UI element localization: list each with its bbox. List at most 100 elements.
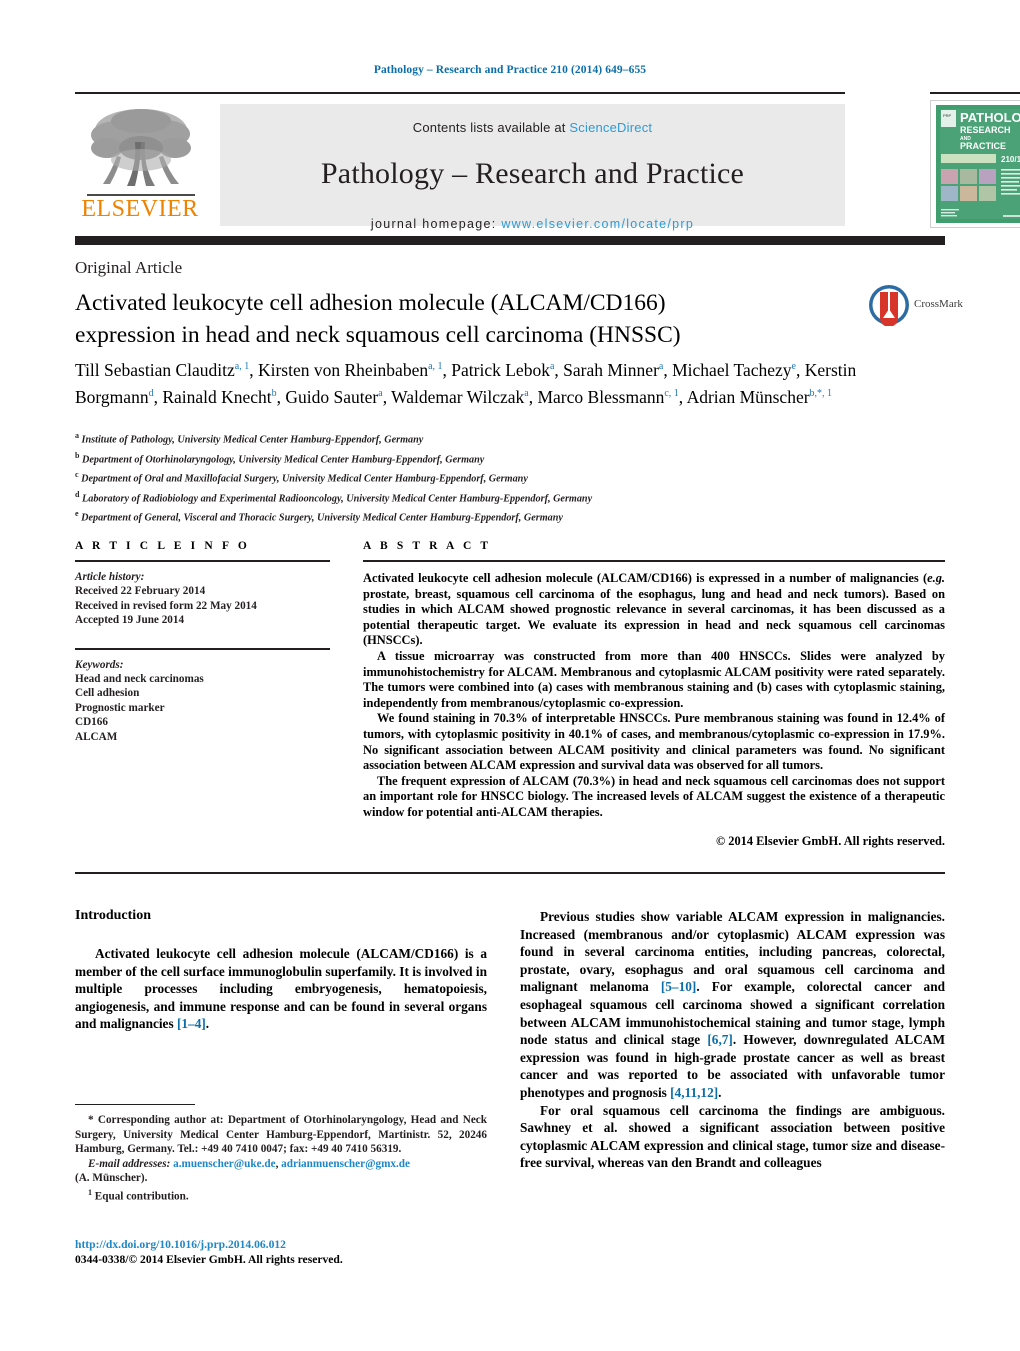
affiliation-mark: d [75, 489, 80, 499]
issn-copyright-line: 0344-0338/© 2014 Elsevier GmbH. All righ… [75, 1253, 343, 1266]
keyword-item: Cell adhesion [75, 687, 140, 700]
affiliation-text: Department of Oral and Maxillofacial Sur… [81, 473, 528, 485]
article-history-label: Article history: [75, 571, 145, 583]
article-type-label: Original Article [75, 258, 183, 277]
contents-line: Contents lists available at ScienceDirec… [220, 120, 845, 135]
masthead-top-rule [75, 92, 845, 94]
contents-prefix: Contents lists available at [412, 120, 570, 135]
journal-cover-thumbnail: PRP PATHOLOGY RESEARCH AND PRACTICE 210/… [930, 100, 1020, 228]
affiliation-item: c Department of Oral and Maxillofacial S… [75, 467, 875, 487]
author-name: Marco Blessmann [537, 387, 665, 408]
author-affil-mark: a, 1 [428, 361, 443, 372]
author-affil-mark: a [378, 388, 383, 400]
author-affil-mark: e [791, 361, 796, 372]
elsevier-wordmark: ELSEVIER [81, 196, 199, 222]
author-name: Till Sebastian Clauditz [75, 359, 235, 380]
sciencedirect-link[interactable]: ScienceDirect [569, 120, 652, 135]
paper-page: Pathology – Research and Practice 210 (2… [0, 0, 1020, 1351]
doi-link[interactable]: http://dx.doi.org/10.1016/j.prp.2014.06.… [75, 1237, 495, 1252]
journal-masthead: ELSEVIER Contents lists available at Sci… [75, 92, 1020, 232]
affiliation-item: d Laboratory of Radiobiology and Experim… [75, 487, 875, 507]
svg-text:RESEARCH: RESEARCH [960, 125, 1011, 135]
citation-ref[interactable]: [5–10] [661, 979, 696, 994]
keyword-item: Prognostic marker [75, 701, 165, 714]
history-item: Received in revised form 22 May 2014 [75, 599, 257, 612]
masthead-top-rule-right [930, 92, 1020, 94]
affiliation-text: Department of Otorhinolaryngology, Unive… [82, 453, 485, 465]
affiliation-list: a Institute of Pathology, University Med… [75, 428, 875, 526]
abstract-heading: A B S T R A C T [363, 540, 492, 552]
affiliation-item: a Institute of Pathology, University Med… [75, 428, 875, 448]
svg-text:PRP: PRP [943, 113, 952, 118]
author-affil-mark: d [148, 388, 154, 400]
author-affil-mark: b [271, 388, 277, 400]
affiliation-item: e Department of General, Visceral and Th… [75, 506, 875, 526]
keyword-item: Head and neck carcinomas [75, 673, 204, 686]
elsevier-tree-icon [91, 109, 191, 186]
journal-cover-image: PRP PATHOLOGY RESEARCH AND PRACTICE 210/… [931, 101, 1020, 227]
crossmark-icon [869, 285, 909, 327]
author-affil-mark: b,*, 1 [809, 388, 833, 400]
footnote-separator-rule [75, 1104, 195, 1105]
keywords-block: Keywords: Head and neck carcinomas Cell … [75, 658, 330, 744]
right-paragraph-2: For oral squamous cell carcinoma the fin… [520, 1102, 945, 1171]
email-note: E-mail addresses: a.muenscher@uke.de, ad… [88, 1157, 410, 1170]
masthead-bottom-rule [75, 236, 945, 245]
right-paragraph-1: Previous studies show variable ALCAM exp… [520, 909, 945, 1100]
author-name: Sarah Minner [563, 359, 659, 380]
abstract-text: Activated leukocyte cell adhesion molecu… [363, 571, 945, 821]
affiliation-mark: a [75, 431, 79, 440]
history-item: Accepted 19 June 2014 [75, 614, 185, 627]
intro-text: Activated leukocyte cell adhesion molecu… [75, 945, 487, 1033]
intro-paragraph: Activated leukocyte cell adhesion molecu… [75, 946, 487, 1032]
abstract-bottom-rule [75, 872, 945, 874]
homepage-url-link[interactable]: www.elsevier.com/locate/prp [501, 217, 694, 231]
email-label: E-mail addresses: [88, 1157, 171, 1170]
equal-contribution-text: Equal contribution. [94, 1190, 189, 1203]
crossmark-label: CrossMark [914, 298, 963, 310]
elsevier-logo: ELSEVIER [75, 104, 205, 226]
citation-ref[interactable]: [4,11,12] [670, 1085, 718, 1100]
author-name: Kirsten von Rheinbaben [257, 359, 429, 380]
title-line-2: expression in head and neck squamous cel… [75, 322, 681, 348]
abstract-block: A B S T R A C T Activated leukocyte cell… [363, 540, 945, 849]
svg-text:PRACTICE: PRACTICE [960, 141, 1006, 151]
homepage-label: journal homepage: [370, 217, 497, 231]
author-affil-mark: a, 1 [234, 361, 250, 372]
author-name: Adrian Münscher [686, 387, 810, 408]
email-attribution: (A. Münscher). [75, 1172, 148, 1185]
email-link-1[interactable]: a.muenscher@uke.de [173, 1158, 275, 1170]
crossmark-badge[interactable]: CrossMark [868, 284, 964, 330]
affiliation-mark: b [75, 450, 80, 460]
article-info-heading: A R T I C L E I N F O [75, 540, 250, 552]
doi-block: http://dx.doi.org/10.1016/j.prp.2014.06.… [75, 1237, 495, 1267]
article-info-block: A R T I C L E I N F O Article history: R… [75, 540, 330, 744]
svg-text:PATHOLOGY: PATHOLOGY [960, 110, 1020, 125]
author-name: Waldemar Wilczak [391, 387, 525, 408]
abstract-copyright: © 2014 Elsevier GmbH. All rights reserve… [715, 833, 945, 848]
journal-homepage-line: journal homepage: www.elsevier.com/locat… [220, 217, 845, 231]
abstract-paragraph-2: A tissue microarray was constructed from… [363, 648, 945, 710]
abstract-rule [363, 560, 945, 562]
citation-ref[interactable]: [1–4] [177, 1016, 206, 1031]
journal-title: Pathology – Research and Practice [320, 157, 745, 190]
email-link-2[interactable]: adrianmuenscher@gmx.de [281, 1158, 410, 1170]
citation-ref[interactable]: [6,7] [707, 1032, 732, 1047]
author-affil-mark: a [658, 361, 664, 372]
abstract-paragraph-3: We found staining in 70.3% of interpreta… [363, 711, 945, 773]
equal-contribution-note: 1 Equal contribution. [75, 1186, 487, 1204]
author-list: Till Sebastian Clauditza, 1, Kirsten von… [75, 359, 857, 408]
keywords-label: Keywords: [75, 658, 124, 671]
author-name: Rainald Knecht [162, 387, 272, 408]
affiliation-mark: c [75, 470, 79, 480]
affiliation-text: Department of General, Visceral and Thor… [81, 512, 563, 524]
keyword-item: CD166 [75, 716, 108, 729]
affiliation-text: Institute of Pathology, University Medic… [81, 434, 424, 446]
keyword-item: ALCAM [75, 730, 118, 743]
author-affil-mark: a [549, 361, 555, 372]
footnote-block: * Corresponding author at: Department of… [75, 1113, 487, 1204]
abstract-paragraph-1: Activated leukocyte cell adhesion molecu… [363, 571, 945, 648]
body-column-right: Previous studies show variable ALCAM exp… [520, 908, 945, 1172]
page-title: Activated leukocyte cell adhesion molecu… [75, 287, 775, 351]
svg-text:210/10: 210/10 [1001, 155, 1020, 164]
